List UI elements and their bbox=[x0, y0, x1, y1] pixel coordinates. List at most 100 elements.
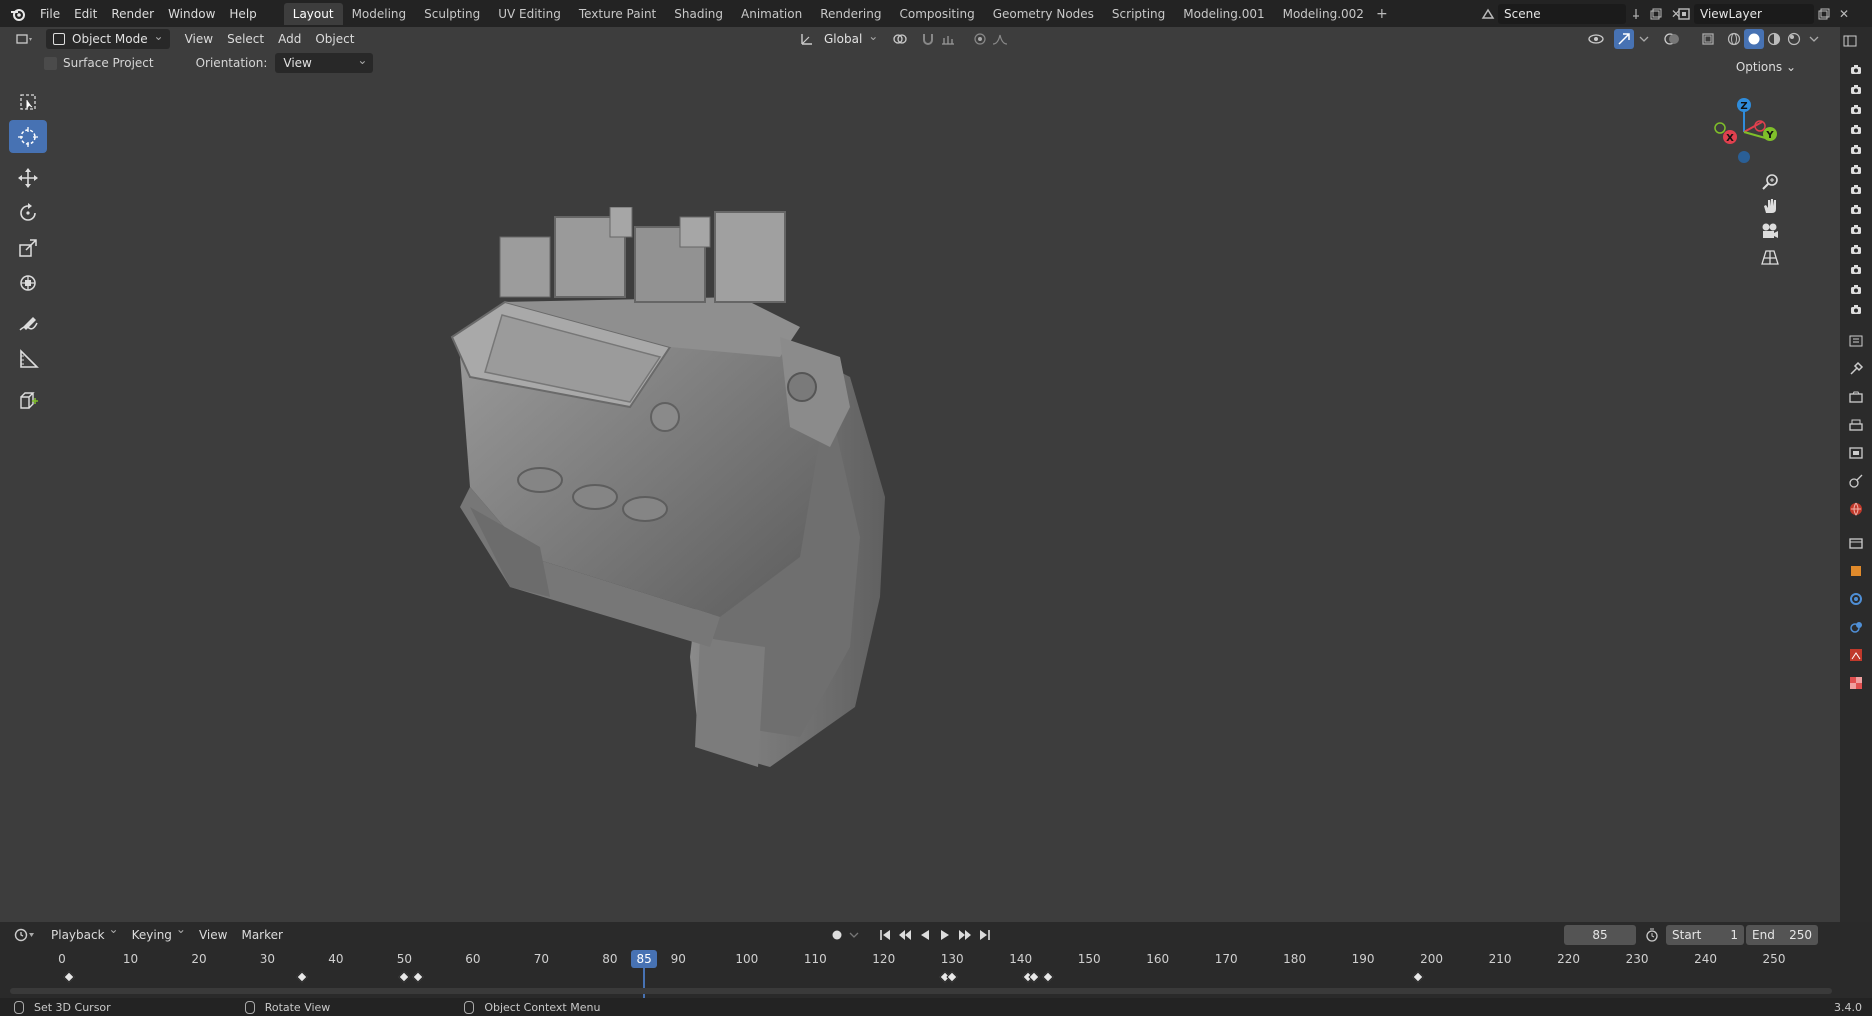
object-properties-icon[interactable] bbox=[1840, 557, 1872, 585]
pin-icon[interactable] bbox=[1626, 4, 1646, 24]
keyframe-marker[interactable] bbox=[63, 971, 75, 983]
collection-properties-icon[interactable] bbox=[1840, 529, 1872, 557]
end-frame-field[interactable]: End 250 bbox=[1746, 925, 1818, 945]
keyframe-marker[interactable] bbox=[296, 971, 308, 983]
snap-icon[interactable] bbox=[918, 29, 938, 49]
jump-to-start-icon[interactable] bbox=[875, 925, 895, 945]
view-layer-selector[interactable]: ViewLayer ✕ bbox=[1674, 3, 1854, 24]
tab-layout[interactable]: Layout bbox=[283, 2, 343, 25]
tab-scripting[interactable]: Scripting bbox=[1103, 3, 1174, 25]
tab-sculpting[interactable]: Sculpting bbox=[415, 3, 489, 25]
menu-help[interactable]: Help bbox=[222, 3, 263, 25]
pan-hand-icon[interactable] bbox=[1756, 192, 1784, 220]
camera-icon[interactable] bbox=[1840, 299, 1872, 319]
visibility-icon[interactable] bbox=[1586, 29, 1606, 49]
viewport-menu-add[interactable]: Add bbox=[271, 29, 308, 49]
play-reverse-icon[interactable] bbox=[915, 925, 935, 945]
transform-orientation-dropdown[interactable]: Global bbox=[816, 26, 884, 49]
keyframe-marker[interactable] bbox=[398, 971, 411, 983]
scale-tool-icon[interactable] bbox=[9, 231, 47, 264]
gizmo-neg-z-axis[interactable] bbox=[1738, 151, 1750, 163]
scene-properties-icon[interactable] bbox=[1840, 467, 1872, 495]
playhead-frame-label[interactable]: 85 bbox=[631, 950, 658, 968]
object-data-properties-icon[interactable] bbox=[1840, 641, 1872, 669]
texture-properties-icon[interactable] bbox=[1840, 669, 1872, 697]
tab-modeling-001[interactable]: Modeling.001 bbox=[1174, 3, 1273, 25]
perspective-toggle-icon[interactable] bbox=[1756, 243, 1784, 271]
camera-icon[interactable] bbox=[1840, 99, 1872, 119]
camera-icon[interactable] bbox=[1840, 159, 1872, 179]
timeline-ruler[interactable]: 0 10 20 30 40 50 60 70 80 90 100 110 120 130 140 150 160… bbox=[0, 948, 1840, 970]
timeline-menu-marker[interactable]: Marker bbox=[234, 925, 289, 945]
tab-uv-editing[interactable]: UV Editing bbox=[489, 3, 570, 25]
add-workspace-icon[interactable]: + bbox=[1373, 6, 1391, 22]
timeline-menu-view[interactable]: View bbox=[192, 925, 234, 945]
gizmo-neg-y-axis[interactable] bbox=[1714, 122, 1726, 134]
close-view-layer-icon[interactable]: ✕ bbox=[1834, 4, 1854, 24]
timeline-menu-playback[interactable]: Playback bbox=[44, 925, 109, 945]
wireframe-shading-icon[interactable] bbox=[1724, 29, 1744, 49]
menu-file[interactable]: File bbox=[33, 3, 67, 25]
blender-logo-icon[interactable] bbox=[9, 5, 27, 23]
proportional-editing-icon[interactable] bbox=[970, 29, 990, 49]
xray-icon[interactable] bbox=[1698, 29, 1718, 49]
tab-rendering[interactable]: Rendering bbox=[811, 3, 890, 25]
viewport-menu-select[interactable]: Select bbox=[220, 29, 271, 49]
gizmo-options-icon[interactable] bbox=[1634, 29, 1654, 49]
timeline-editor[interactable]: Playback ⌄ Keying ⌄ View Marker 85 Start… bbox=[0, 922, 1872, 998]
tab-compositing[interactable]: Compositing bbox=[890, 3, 983, 25]
scene-name-field[interactable]: Scene bbox=[1498, 3, 1626, 24]
tool-properties-icon[interactable] bbox=[1840, 355, 1872, 383]
camera-icon[interactable] bbox=[1840, 279, 1872, 299]
overlays-icon[interactable] bbox=[1662, 29, 1682, 49]
auto-keying-options-icon[interactable] bbox=[847, 925, 861, 945]
next-keyframe-icon[interactable] bbox=[955, 925, 975, 945]
rendered-shading-icon[interactable] bbox=[1784, 29, 1804, 49]
scene-selector[interactable]: Scene ✕ bbox=[1478, 3, 1686, 24]
render-properties-icon[interactable] bbox=[1840, 383, 1872, 411]
view-layer-field[interactable]: ViewLayer bbox=[1694, 3, 1814, 24]
camera-icon[interactable] bbox=[1840, 119, 1872, 139]
surface-project-checkbox[interactable] bbox=[44, 56, 57, 70]
keyframe-marker[interactable] bbox=[1042, 971, 1054, 983]
measure-tool-icon[interactable] bbox=[9, 342, 47, 375]
preview-range-icon[interactable] bbox=[1642, 925, 1662, 945]
view-layer-properties-icon[interactable] bbox=[1840, 439, 1872, 467]
viewport-menu-view[interactable]: View bbox=[178, 29, 220, 49]
engine-model[interactable] bbox=[440, 207, 1040, 787]
keyframe-marker[interactable] bbox=[946, 971, 958, 983]
viewport-menu-object[interactable]: Object bbox=[308, 29, 361, 49]
tab-geometry-nodes[interactable]: Geometry Nodes bbox=[984, 3, 1103, 25]
mode-dropdown[interactable]: Object Mode bbox=[46, 26, 170, 49]
rotate-tool-icon[interactable] bbox=[9, 196, 47, 229]
physics-properties-icon[interactable] bbox=[1840, 613, 1872, 641]
navigation-gizmo[interactable]: Z X Y bbox=[1704, 87, 1794, 177]
material-shading-icon[interactable] bbox=[1764, 29, 1784, 49]
keyframe-summary-row[interactable] bbox=[0, 970, 1840, 986]
previous-keyframe-icon[interactable] bbox=[895, 925, 915, 945]
cursor-tool-icon[interactable] bbox=[9, 120, 47, 153]
orientation-dropdown[interactable]: View bbox=[275, 50, 374, 73]
gizmos-toggle-icon[interactable] bbox=[1614, 29, 1634, 49]
options-dropdown[interactable]: Options ⌄ bbox=[1728, 57, 1804, 77]
camera-icon[interactable] bbox=[1840, 259, 1872, 279]
outliner-toggle-icon[interactable] bbox=[1834, 27, 1866, 55]
menu-window[interactable]: Window bbox=[161, 3, 222, 25]
start-frame-field[interactable]: Start 1 bbox=[1666, 925, 1744, 945]
tab-modeling-002[interactable]: Modeling.002 bbox=[1274, 3, 1373, 25]
tab-texture-paint[interactable]: Texture Paint bbox=[570, 3, 665, 25]
keyframe-marker[interactable] bbox=[1028, 971, 1041, 983]
pivot-point-icon[interactable] bbox=[890, 29, 910, 49]
modifier-properties-icon[interactable] bbox=[1840, 585, 1872, 613]
timeline-menu-keying[interactable]: Keying bbox=[125, 925, 176, 945]
properties-editor-icon[interactable] bbox=[1840, 327, 1872, 355]
camera-icon[interactable] bbox=[1840, 59, 1872, 79]
camera-icon[interactable] bbox=[1840, 139, 1872, 159]
camera-icon[interactable] bbox=[1840, 199, 1872, 219]
menu-edit[interactable]: Edit bbox=[67, 3, 104, 25]
move-tool-icon[interactable] bbox=[9, 161, 47, 194]
new-view-layer-icon[interactable] bbox=[1814, 4, 1834, 24]
annotate-tool-icon[interactable] bbox=[9, 307, 47, 340]
shading-options-icon[interactable] bbox=[1804, 29, 1824, 49]
camera-icon[interactable] bbox=[1840, 79, 1872, 99]
